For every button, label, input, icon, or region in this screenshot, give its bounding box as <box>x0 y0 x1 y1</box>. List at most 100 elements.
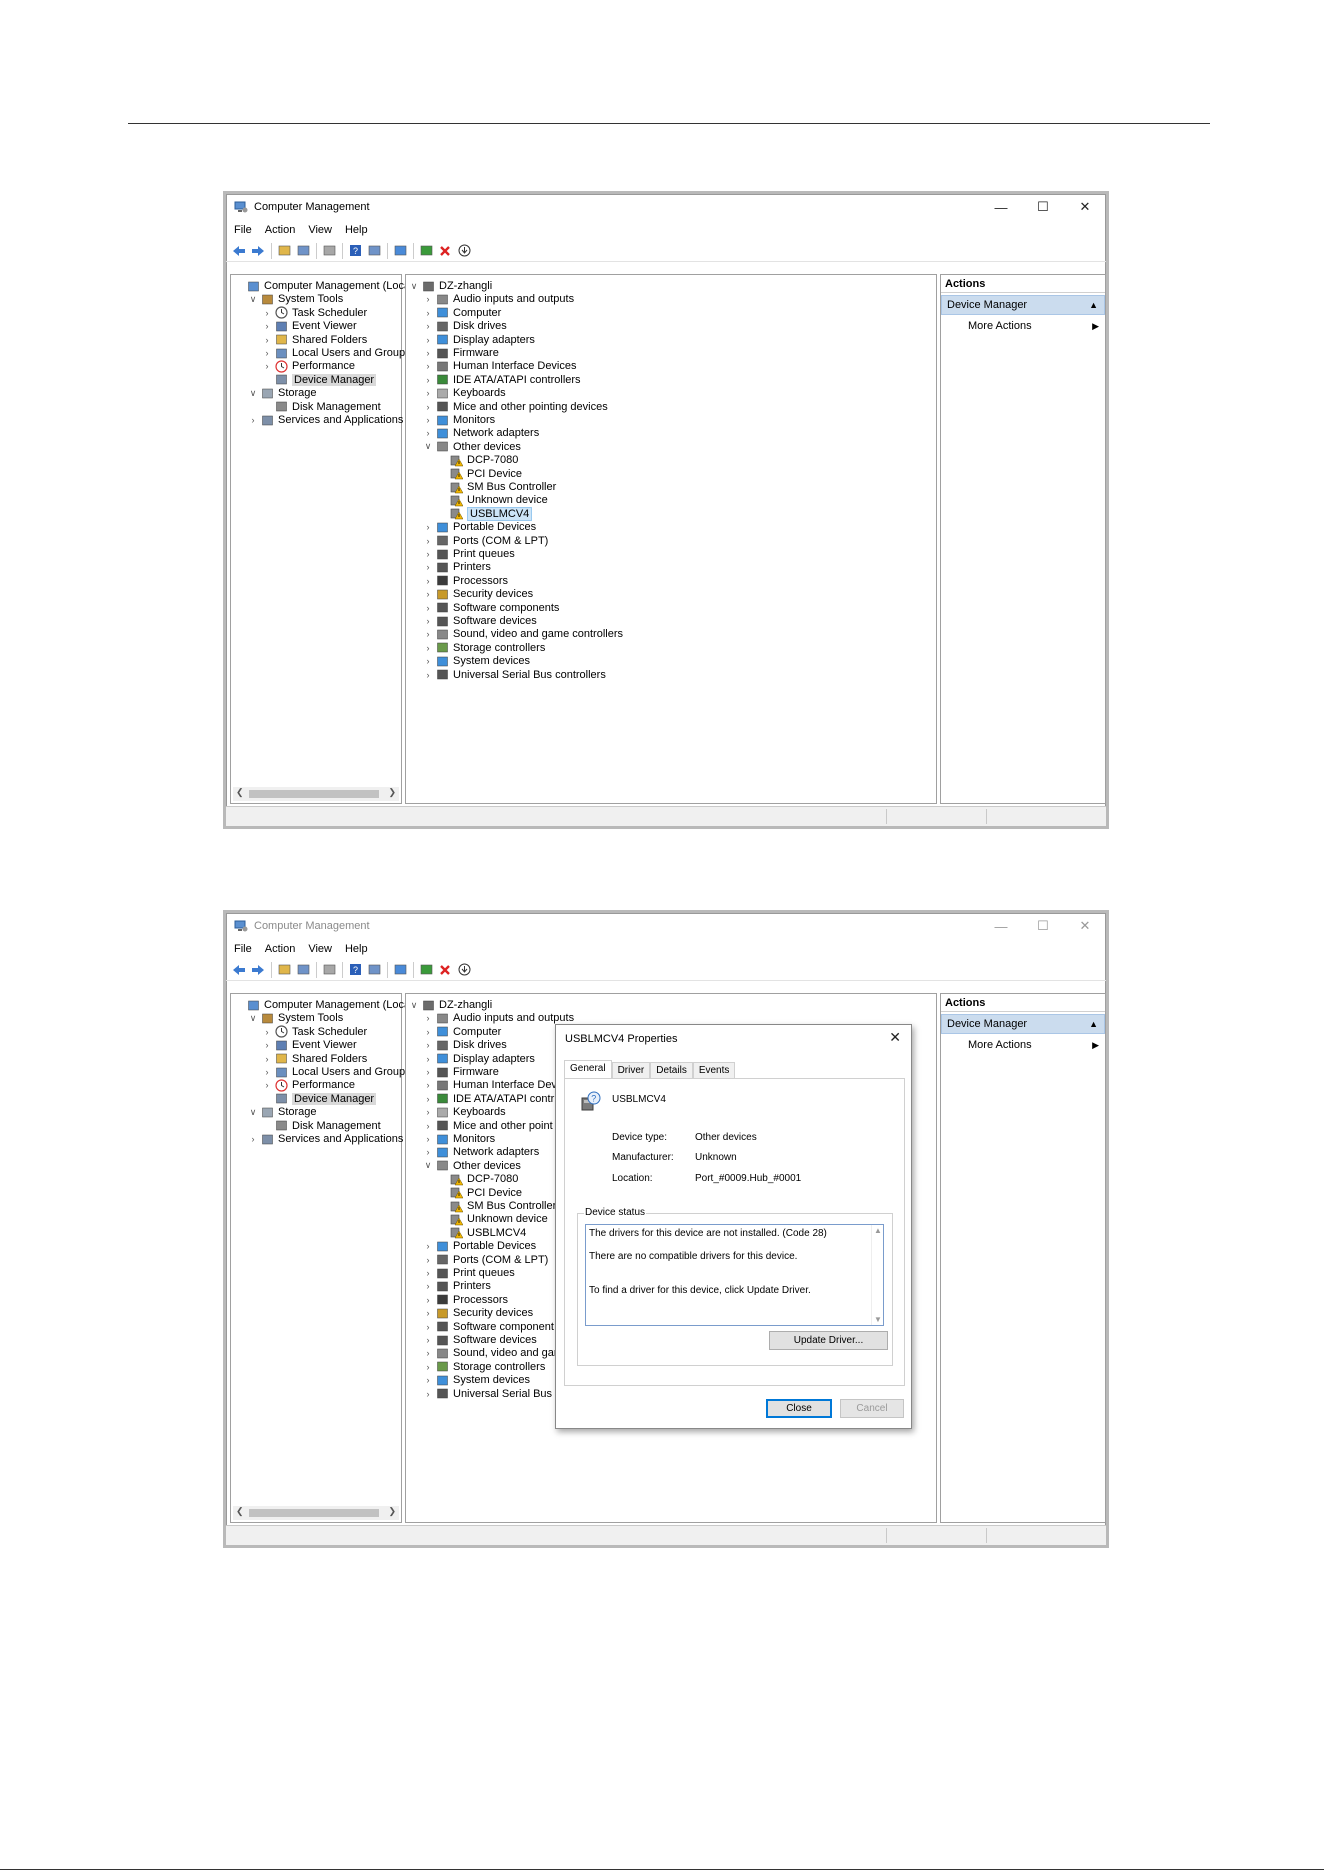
chevron-right-icon[interactable]: › <box>422 415 434 425</box>
forward-icon[interactable] <box>249 242 267 260</box>
chevron-right-icon[interactable]: › <box>422 1281 434 1291</box>
chevron-right-icon[interactable]: › <box>422 522 434 532</box>
chevron-right-icon[interactable]: › <box>422 1389 434 1399</box>
close-button[interactable]: ✕ <box>1064 913 1106 939</box>
menu-action[interactable]: Action <box>265 943 296 955</box>
tree-item[interactable]: › Universal Serial Bus controllers <box>422 667 606 683</box>
help-icon[interactable]: ? <box>346 242 364 260</box>
chevron-down-icon[interactable]: ∨ <box>247 1013 259 1024</box>
chevron-right-icon[interactable]: › <box>422 402 434 412</box>
chevron-right-icon[interactable]: › <box>422 1040 434 1050</box>
chevron-right-icon[interactable]: › <box>422 1080 434 1090</box>
back-icon[interactable] <box>230 242 248 260</box>
scroll-right-icon[interactable]: ❯ <box>388 1506 396 1517</box>
chevron-down-icon[interactable]: ∨ <box>247 1107 259 1118</box>
close-button[interactable]: Close <box>766 1399 832 1418</box>
dialog-close-icon[interactable]: ✕ <box>889 1029 901 1046</box>
tab-events[interactable]: Events <box>692 1062 736 1079</box>
scroll-down-icon[interactable]: ▼ <box>874 1315 882 1324</box>
scroll-left-icon[interactable]: ❮ <box>236 787 244 798</box>
scroll-left-icon[interactable]: ❮ <box>236 1506 244 1517</box>
show-hide-tree-icon[interactable] <box>294 961 312 979</box>
back-icon[interactable] <box>230 961 248 979</box>
chevron-right-icon[interactable]: › <box>247 415 259 425</box>
menu-help[interactable]: Help <box>345 943 368 955</box>
chevron-down-icon[interactable]: ∨ <box>422 1160 434 1171</box>
chevron-right-icon[interactable]: › <box>422 562 434 572</box>
chevron-right-icon[interactable]: › <box>422 603 434 613</box>
tree-item[interactable]: › Services and Applications <box>247 1131 404 1147</box>
chevron-right-icon[interactable]: › <box>422 1375 434 1385</box>
chevron-right-icon[interactable]: › <box>247 1134 259 1144</box>
chevron-right-icon[interactable]: › <box>422 361 434 371</box>
disable-icon[interactable] <box>455 242 473 260</box>
chevron-down-icon[interactable]: ∨ <box>408 281 420 292</box>
minimize-button[interactable]: — <box>980 194 1022 220</box>
chevron-right-icon[interactable]: › <box>422 375 434 385</box>
cancel-button[interactable]: Cancel <box>840 1399 904 1418</box>
scroll-up-icon[interactable]: ▲ <box>874 1226 882 1235</box>
chevron-right-icon[interactable]: › <box>422 294 434 304</box>
chevron-right-icon[interactable]: › <box>422 1054 434 1064</box>
chevron-right-icon[interactable]: › <box>422 1348 434 1358</box>
chevron-right-icon[interactable]: › <box>261 1067 273 1077</box>
chevron-right-icon[interactable]: › <box>422 1094 434 1104</box>
chevron-right-icon[interactable]: › <box>422 308 434 318</box>
more-actions-item[interactable]: More Actions ▶ <box>968 1036 1105 1054</box>
chevron-right-icon[interactable]: › <box>422 335 434 345</box>
show-hide-tree-icon[interactable] <box>294 242 312 260</box>
chevron-right-icon[interactable]: › <box>422 536 434 546</box>
chevron-down-icon[interactable]: ∨ <box>247 388 259 399</box>
scrollbar-thumb[interactable] <box>249 790 379 798</box>
uninstall-icon[interactable] <box>436 242 454 260</box>
disable-icon[interactable] <box>455 961 473 979</box>
menu-file[interactable]: File <box>234 943 252 955</box>
view-icon[interactable] <box>365 961 383 979</box>
view-icon[interactable] <box>365 242 383 260</box>
tab-details[interactable]: Details <box>650 1062 693 1079</box>
collapse-up-icon[interactable]: ▲ <box>1089 1015 1098 1033</box>
forward-icon[interactable] <box>249 961 267 979</box>
chevron-right-icon[interactable]: › <box>261 348 273 358</box>
chevron-right-icon[interactable]: › <box>422 1147 434 1157</box>
scrollbar-thumb[interactable] <box>249 1509 379 1517</box>
chevron-right-icon[interactable]: › <box>422 616 434 626</box>
chevron-right-icon[interactable]: › <box>422 1362 434 1372</box>
tab-general[interactable]: General <box>564 1060 612 1079</box>
chevron-right-icon[interactable]: › <box>422 656 434 666</box>
scroll-right-icon[interactable]: ❯ <box>388 787 396 798</box>
collapse-up-icon[interactable]: ▲ <box>1089 296 1098 314</box>
chevron-right-icon[interactable]: › <box>261 1027 273 1037</box>
chevron-right-icon[interactable]: › <box>422 348 434 358</box>
navigation-tree-pane[interactable]: Computer Management (Local ∨ System Tools ›… <box>230 274 413 804</box>
chevron-down-icon[interactable]: ∨ <box>408 1000 420 1011</box>
horizontal-scrollbar[interactable]: ❮ ❯ <box>233 787 399 801</box>
menu-action[interactable]: Action <box>265 224 296 236</box>
device-tree-pane[interactable]: ∨ DZ-zhangli › Audio inputs and outputs › Com… <box>405 274 937 804</box>
menu-file[interactable]: File <box>234 224 252 236</box>
chevron-right-icon[interactable]: › <box>422 643 434 653</box>
menu-view[interactable]: View <box>308 943 332 955</box>
update-driver-icon[interactable] <box>417 961 435 979</box>
vertical-scrollbar[interactable]: ▲ ▼ <box>871 1225 883 1325</box>
actions-device-manager[interactable]: Device Manager ▲ <box>941 1014 1105 1034</box>
help-icon[interactable]: ? <box>346 961 364 979</box>
chevron-right-icon[interactable]: › <box>422 1013 434 1023</box>
actions-device-manager[interactable]: Device Manager ▲ <box>941 295 1105 315</box>
navigation-tree-pane[interactable]: Computer Management (Local ∨ System Tools ›… <box>230 993 413 1523</box>
chevron-right-icon[interactable]: › <box>422 629 434 639</box>
update-driver-button[interactable]: Update Driver... <box>769 1331 888 1350</box>
chevron-right-icon[interactable]: › <box>261 361 273 371</box>
chevron-right-icon[interactable]: › <box>422 1322 434 1332</box>
chevron-right-icon[interactable]: › <box>261 1080 273 1090</box>
maximize-button[interactable]: ☐ <box>1022 913 1064 939</box>
tree-item[interactable]: › Services and Applications <box>247 412 404 428</box>
more-actions-item[interactable]: More Actions ▶ <box>968 317 1105 335</box>
monitor-icon[interactable] <box>391 242 409 260</box>
chevron-right-icon[interactable]: › <box>422 1335 434 1345</box>
chevron-right-icon[interactable]: › <box>261 1040 273 1050</box>
folder-up-icon[interactable] <box>275 961 293 979</box>
tab-driver[interactable]: Driver <box>611 1062 651 1079</box>
chevron-down-icon[interactable]: ∨ <box>422 441 434 452</box>
chevron-right-icon[interactable]: › <box>422 321 434 331</box>
